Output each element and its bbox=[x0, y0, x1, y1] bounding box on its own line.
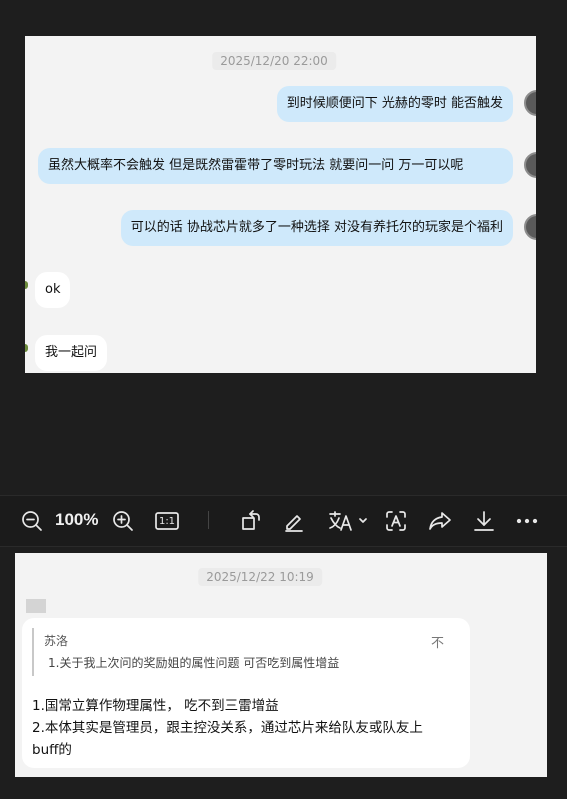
pin-icon: 不 bbox=[430, 636, 444, 651]
zoom-out-icon[interactable] bbox=[20, 509, 44, 533]
timestamp: 2025/12/20 22:00 bbox=[212, 52, 336, 70]
zoom-in-icon[interactable] bbox=[111, 509, 135, 533]
translate-icon[interactable] bbox=[326, 509, 368, 533]
message-line: 1.国常立算作物理属性， 吃不到三雷增益 bbox=[32, 698, 279, 714]
message-bubble: 我一起问 bbox=[35, 335, 108, 371]
zoom-level: 100% bbox=[55, 510, 99, 529]
reply-message-card: 苏洛 1.关于我上次问的奖励姐的属性问题 可否吃到属性增益 不 1.国常立算作物… bbox=[22, 618, 470, 768]
more-icon[interactable] bbox=[515, 509, 539, 533]
message-line: buff的 bbox=[32, 742, 72, 758]
toolbar-divider bbox=[208, 511, 209, 529]
chat-screenshot-bottom: 2025/12/22 10:19 苏洛 1.关于我上次问的奖励姐的属性问题 可否… bbox=[15, 553, 547, 777]
share-icon[interactable] bbox=[427, 509, 453, 533]
image-viewer-toolbar: 100% 1:1 bbox=[0, 495, 567, 547]
avatar bbox=[25, 281, 28, 289]
chat-screenshot-top: 2025/12/20 22:00 到时候顺便问下 光赫的零时 能否触发 虽然大概… bbox=[25, 36, 536, 373]
actual-size-label: 1:1 bbox=[158, 515, 176, 527]
actual-size-icon[interactable]: 1:1 bbox=[154, 509, 180, 533]
message-bubble: 可以的话 协战芯片就多了一种选择 对没有养托尔的玩家是个福利 bbox=[120, 210, 513, 246]
rotate-icon[interactable] bbox=[239, 509, 263, 533]
avatar bbox=[524, 214, 536, 240]
avatar bbox=[26, 599, 46, 613]
avatar bbox=[524, 152, 536, 178]
message-bubble: 到时候顺便问下 光赫的零时 能否触发 bbox=[276, 86, 513, 122]
message-bubble: 虽然大概率不会触发 但是既然雷霍带了零时玩法 就要问一问 万一可以呢 bbox=[38, 148, 513, 184]
avatar bbox=[524, 90, 536, 116]
quoted-message: 苏洛 1.关于我上次问的奖励姐的属性问题 可否吃到属性增益 不 bbox=[32, 628, 452, 676]
avatar bbox=[25, 344, 28, 352]
quoted-sender-name: 苏洛 bbox=[44, 634, 69, 648]
ocr-icon[interactable] bbox=[384, 509, 408, 533]
message-line: 2.本体其实是管理员，跟主控没关系，通过芯片来给队友或队友上 bbox=[32, 720, 423, 736]
edit-icon[interactable] bbox=[282, 509, 306, 533]
timestamp: 2025/12/22 10:19 bbox=[198, 568, 322, 586]
download-icon[interactable] bbox=[472, 509, 496, 533]
quoted-text: 1.关于我上次问的奖励姐的属性问题 可否吃到属性增益 bbox=[48, 656, 340, 670]
message-bubble: ok bbox=[35, 272, 71, 308]
